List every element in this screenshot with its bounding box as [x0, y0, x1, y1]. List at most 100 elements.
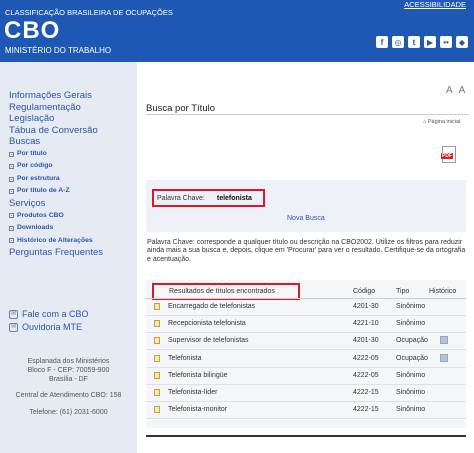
site-logo-title[interactable]: CBO	[4, 17, 60, 45]
history-icon[interactable]	[440, 353, 448, 362]
site-subtitle: CLASSIFICAÇÃO BRASILEIRA DE OCUPAÇÕES	[5, 8, 173, 17]
bullet-icon	[9, 176, 14, 182]
row-divider	[146, 401, 466, 402]
home-link[interactable]: ⌂ Página inicial	[423, 119, 460, 125]
row-divider	[146, 366, 466, 368]
sidebar-item-servicos[interactable]: Serviços	[9, 198, 103, 210]
keyword-label: Palavra Chave:	[157, 194, 205, 202]
document-icon	[154, 337, 160, 345]
contact-link[interactable]: ✉ Fale com a CBO	[9, 308, 89, 321]
sidebar-item-downloads[interactable]: Downloads	[9, 222, 103, 235]
phone-number: Telefone: (61) 2031-6000	[29, 409, 108, 416]
result-type: Ocupação	[396, 354, 428, 362]
history-icon[interactable]	[440, 336, 448, 345]
result-title-link[interactable]: Recepcionista telefonista	[168, 320, 246, 327]
sidebar-item-tabua-de-conversao[interactable]: Tábua de Conversão	[9, 125, 103, 137]
sidebar-item-label: Tábua de Conversão	[9, 124, 98, 136]
social-links: f ◎ t ▶ •• ◆	[376, 36, 468, 48]
table-row: Telefonista 4222-05 Ocupação	[146, 352, 466, 367]
sidebar-item-label: Produtos CBO	[17, 211, 64, 219]
sidebar-item-label: Regulamentação	[9, 101, 81, 113]
result-code: 4201-30	[353, 303, 379, 310]
site-header: CLASSIFICAÇÃO BRASILEIRA DE OCUPAÇÕES CB…	[0, 0, 474, 62]
instagram-icon[interactable]: ◎	[392, 36, 404, 48]
document-icon	[154, 303, 160, 310]
new-search-link[interactable]: Nova Busca	[287, 215, 325, 222]
ombudsman-icon: ✉	[9, 323, 18, 332]
result-type: Sinônimo	[396, 406, 426, 414]
result-title-link[interactable]: Telefonista-monitor	[168, 406, 227, 413]
sidebar-menu: Informações Gerais Regulamentação Legislaç…	[9, 90, 103, 259]
sidebar-item-por-titulo-de-a-z[interactable]: Por título de A-Z	[9, 185, 103, 198]
sidebar-item-perguntas-frequentes[interactable]: Perguntas Frequentes	[9, 247, 103, 259]
pdf-icon[interactable]: PDF	[441, 146, 456, 163]
result-title-link[interactable]: Supervisor de telefonistas	[168, 337, 249, 344]
sidebar-item-label: Por título de A-Z	[17, 187, 70, 195]
sidebar-item-buscas[interactable]: Buscas	[9, 136, 103, 148]
sidebar-item-label: Histórico de Alterações	[17, 236, 93, 244]
sidebar-item-por-titulo[interactable]: Por título	[9, 148, 103, 161]
address-line: Bloco F - CEP: 70059-900	[27, 367, 110, 374]
document-icon	[154, 354, 160, 362]
pdf-label: PDF	[441, 153, 453, 159]
font-increase-button[interactable]: A	[459, 85, 466, 96]
facebook-icon[interactable]: f	[376, 36, 388, 48]
sidebar-item-label: Por estrutura	[17, 174, 60, 182]
sidebar-item-historico-de-alteracoes[interactable]: Histórico de Alterações	[9, 235, 103, 248]
keyword-value: telefonista	[216, 194, 252, 202]
bullet-icon	[9, 189, 14, 195]
table-row: Supervisor de telefonistas 4201-30 Ocupaçã…	[146, 334, 466, 349]
search-description: Palavra Chave: corresponde a qualquer tí…	[147, 239, 466, 263]
sidebar-item-label: Por título	[17, 149, 47, 157]
result-code: 4222-15	[353, 389, 379, 396]
font-size-controls: A A	[446, 85, 465, 96]
result-title-link[interactable]: Encarregado de telefonistas	[168, 303, 255, 310]
chat-icon: ✉	[9, 310, 18, 319]
result-type: Ocupação	[396, 337, 428, 345]
result-type: Sinônimo	[396, 371, 426, 379]
contact-link-label: Ouvidoria MTE	[22, 322, 83, 332]
bullet-icon	[9, 213, 14, 219]
sidebar-item-por-codigo[interactable]: Por código	[9, 160, 103, 173]
font-decrease-button[interactable]: A	[446, 85, 453, 96]
history-column-header: Histórico	[429, 288, 457, 295]
sidebar-item-por-estrutura[interactable]: Por estrutura	[9, 173, 103, 186]
twitter-icon[interactable]: t	[408, 36, 420, 48]
bullet-icon	[9, 238, 14, 244]
sidebar-item-legislacao[interactable]: Legislação	[9, 113, 103, 125]
contact-links: ✉ Fale com a CBO ✉ Ouvidoria MTE	[9, 308, 89, 334]
code-column-header: Código	[353, 288, 376, 295]
result-title-link[interactable]: Telefonista bilingüe	[168, 372, 228, 379]
document-icon	[154, 389, 160, 396]
result-title-link[interactable]: Telefonista	[168, 355, 201, 362]
rss-icon[interactable]: ◆	[456, 36, 468, 48]
bullet-icon	[9, 164, 14, 170]
table-row: Telefonista bilingüe 4222-05 Sinônimo	[146, 369, 466, 384]
sidebar-item-informacoes-gerais[interactable]: Informações Gerais	[9, 90, 103, 102]
results-bottom-rule	[146, 435, 466, 437]
sidebar-item-regulamentacao[interactable]: Regulamentação	[9, 102, 103, 114]
sidebar-item-label: Buscas	[9, 136, 41, 148]
keyword-highlight: Palavra Chave: telefonista	[152, 189, 265, 207]
sidebar-item-label: Legislação	[9, 113, 55, 125]
contact-link[interactable]: ✉ Ouvidoria MTE	[9, 321, 89, 334]
sidebar: Informações Gerais Regulamentação Legislaç…	[0, 62, 137, 453]
row-divider	[146, 349, 466, 351]
result-code: 4221-10	[353, 320, 379, 328]
flickr-icon[interactable]: ••	[440, 36, 452, 48]
accessibility-link[interactable]: ACESSIBILIDADE	[404, 0, 466, 9]
result-title-link[interactable]: Telefonista-líder	[168, 389, 217, 396]
sidebar-item-produtos-cbo[interactable]: Produtos CBO	[9, 210, 103, 223]
youtube-icon[interactable]: ▶	[424, 36, 436, 48]
row-divider	[146, 315, 466, 316]
sidebar-item-label: Informações Gerais	[9, 90, 92, 101]
address-block: Esplanada dos Ministérios Bloco F - CEP: …	[0, 357, 137, 384]
ministry-name: MINISTÉRIO DO TRABALHO	[5, 46, 112, 55]
row-divider	[146, 332, 466, 334]
result-code: 4201-30	[353, 337, 379, 345]
result-type: Sinônimo	[396, 303, 426, 310]
sidebar-item-label: Serviços	[9, 197, 46, 209]
row-divider	[146, 418, 466, 420]
table-row: Telefonista-líder 4222-15 Sinônimo	[146, 386, 466, 401]
sidebar-item-label: Por código	[17, 162, 53, 170]
